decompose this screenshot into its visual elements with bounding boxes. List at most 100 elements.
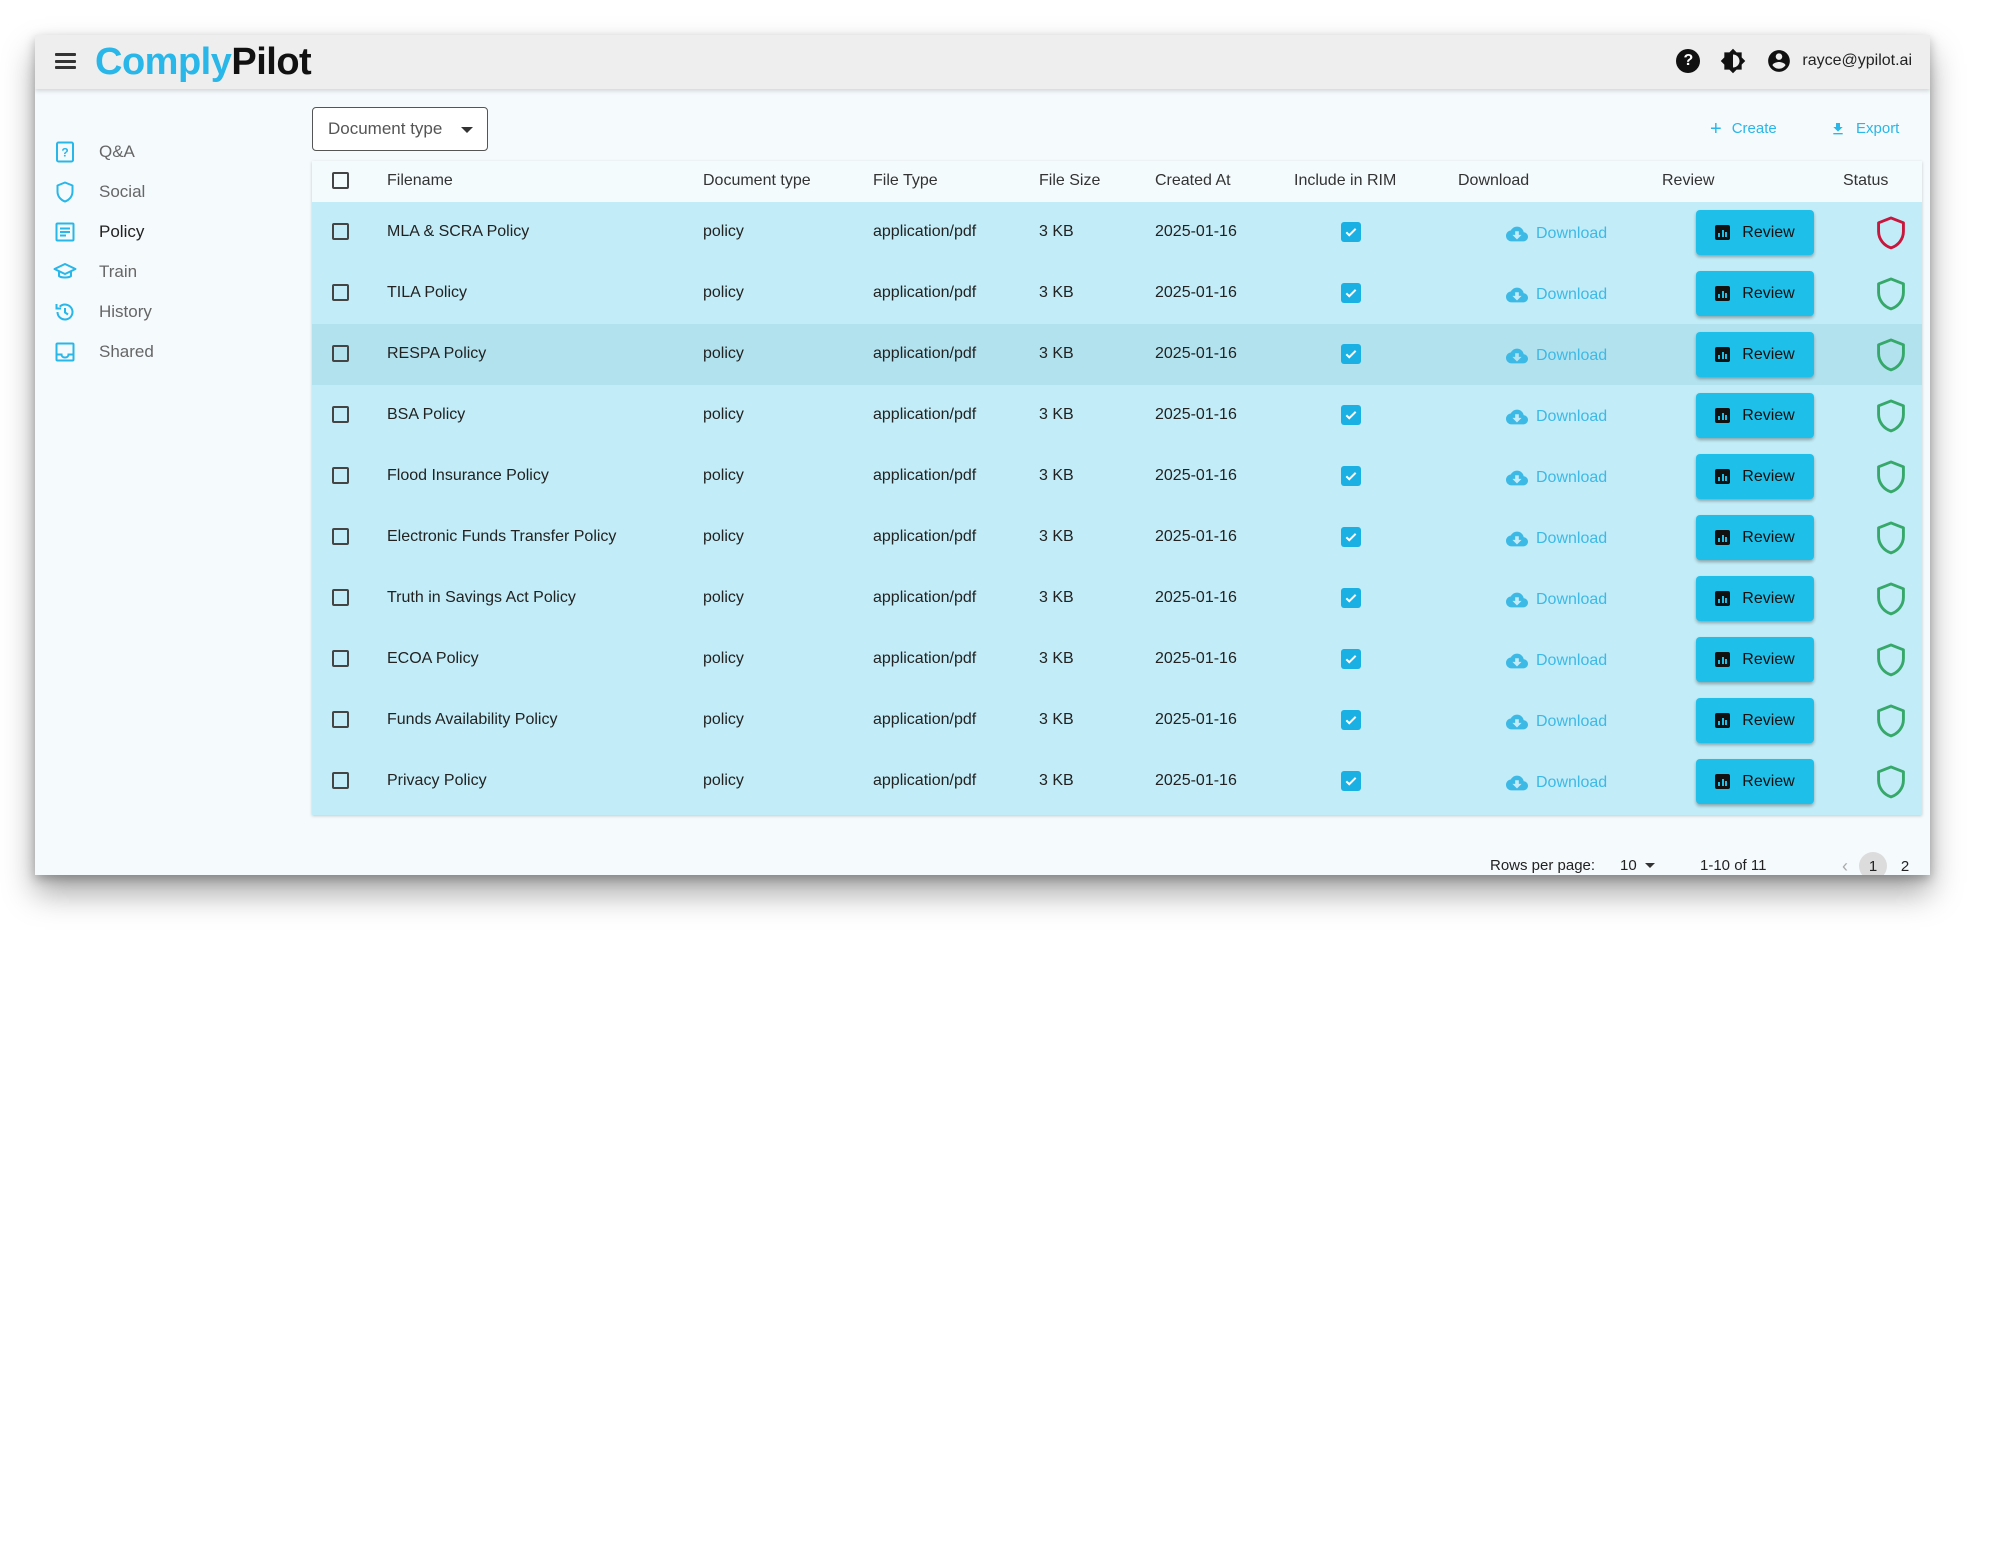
app-logo[interactable]: ComplyPilot (95, 41, 312, 84)
include-rim-checkbox[interactable] (1341, 527, 1361, 547)
help-icon[interactable]: ? (1676, 49, 1701, 73)
row-checkbox[interactable] (332, 406, 349, 423)
table-row[interactable]: Funds Availability Policy policy applicati… (312, 690, 1922, 751)
row-checkbox[interactable] (332, 711, 349, 728)
table-row[interactable]: Truth in Savings Act Policy policy applica… (312, 568, 1922, 629)
account-icon (1768, 50, 1791, 72)
page-1-button[interactable]: 1 (1859, 852, 1887, 875)
review-button[interactable]: Review (1696, 515, 1814, 560)
include-rim-checkbox[interactable] (1341, 588, 1361, 608)
table-row[interactable]: TILA Policy policy application/pdf 3 KB 2025… (312, 263, 1922, 324)
filename-cell: Truth in Savings Act Policy (387, 589, 576, 606)
chevron-right-icon[interactable]: › (1923, 856, 1930, 876)
sidebar-item-qa[interactable]: ? Q&A (53, 137, 135, 167)
include-rim-checkbox[interactable] (1341, 344, 1361, 364)
column-include-rim[interactable]: Include in RIM (1294, 172, 1396, 190)
review-button[interactable]: Review (1696, 759, 1814, 804)
download-link[interactable]: Download (1506, 467, 1607, 489)
download-link[interactable]: Download (1506, 345, 1607, 367)
create-button[interactable]: + Create (1710, 119, 1777, 139)
chevron-left-icon[interactable]: ‹ (1835, 856, 1855, 876)
user-menu[interactable]: rayce@ypilot.ai (1766, 48, 1912, 74)
status-shield-icon[interactable] (1875, 277, 1907, 311)
file-size-cell: 3 KB (1039, 589, 1074, 606)
row-checkbox[interactable] (332, 345, 349, 362)
review-button[interactable]: Review (1696, 332, 1814, 377)
column-filename[interactable]: Filename (387, 172, 453, 190)
include-rim-checkbox[interactable] (1341, 283, 1361, 303)
download-link[interactable]: Download (1506, 528, 1607, 550)
download-link[interactable]: Download (1506, 406, 1607, 428)
document-type-cell: policy (703, 467, 744, 484)
download-link[interactable]: Download (1506, 589, 1607, 611)
shield-icon (56, 181, 74, 203)
analytics-icon (1715, 408, 1731, 423)
cloud-download-icon (1506, 775, 1528, 791)
column-file-size[interactable]: File Size (1039, 172, 1100, 190)
app-window: ComplyPilot ? rayce@ypilot.ai ? Q&A Soci… (35, 35, 1930, 875)
row-checkbox[interactable] (332, 528, 349, 545)
review-button[interactable]: Review (1696, 454, 1814, 499)
include-rim-checkbox[interactable] (1341, 222, 1361, 242)
cloud-download-icon (1506, 592, 1528, 608)
status-shield-icon[interactable] (1875, 643, 1907, 677)
status-shield-icon[interactable] (1875, 216, 1907, 250)
column-document-type[interactable]: Document type (703, 172, 811, 190)
include-rim-checkbox[interactable] (1341, 466, 1361, 486)
include-rim-checkbox[interactable] (1341, 649, 1361, 669)
row-checkbox[interactable] (332, 589, 349, 606)
column-status[interactable]: Status (1843, 172, 1888, 190)
table-row[interactable]: MLA & SCRA Policy policy application/pdf 3 … (312, 202, 1922, 263)
rows-per-page-select[interactable]: 10 (1620, 857, 1655, 874)
column-created-at[interactable]: Created At (1155, 172, 1231, 190)
row-checkbox[interactable] (332, 772, 349, 789)
table-row[interactable]: RESPA Policy policy application/pdf 3 KB 202… (312, 324, 1922, 385)
download-label: Download (1536, 469, 1608, 486)
review-button[interactable]: Review (1696, 698, 1814, 743)
review-button[interactable]: Review (1696, 637, 1814, 682)
menu-icon[interactable] (55, 53, 76, 69)
theme-toggle-icon[interactable] (1720, 48, 1746, 74)
sidebar-item-history[interactable]: History (53, 297, 152, 327)
download-link[interactable]: Download (1506, 772, 1607, 794)
include-rim-checkbox[interactable] (1341, 710, 1361, 730)
table-row[interactable]: BSA Policy policy application/pdf 3 KB 2025-… (312, 385, 1922, 446)
review-button[interactable]: Review (1696, 210, 1814, 255)
row-checkbox[interactable] (332, 223, 349, 240)
include-rim-checkbox[interactable] (1341, 405, 1361, 425)
download-link[interactable]: Download (1506, 223, 1607, 245)
row-checkbox[interactable] (332, 650, 349, 667)
table-row[interactable]: Electronic Funds Transfer Policy policy ap… (312, 507, 1922, 568)
document-type-filter[interactable]: Document type (312, 107, 488, 151)
column-file-type[interactable]: File Type (873, 172, 938, 190)
download-label: Download (1536, 713, 1608, 730)
status-shield-icon[interactable] (1875, 338, 1907, 372)
status-shield-icon[interactable] (1875, 460, 1907, 494)
download-link[interactable]: Download (1506, 650, 1607, 672)
download-link[interactable]: Download (1506, 711, 1607, 733)
sidebar-item-shared[interactable]: Shared (53, 337, 154, 367)
table-row[interactable]: ECOA Policy policy application/pdf 3 KB 2025… (312, 629, 1922, 690)
review-button[interactable]: Review (1696, 576, 1814, 621)
sidebar-item-policy[interactable]: Policy (53, 217, 144, 247)
review-label: Review (1742, 406, 1795, 424)
file-size-cell: 3 KB (1039, 528, 1074, 545)
review-button[interactable]: Review (1696, 393, 1814, 438)
review-button[interactable]: Review (1696, 271, 1814, 316)
status-shield-icon[interactable] (1875, 704, 1907, 738)
export-button[interactable]: Export (1830, 120, 1899, 137)
sidebar-item-train[interactable]: Train (53, 257, 137, 287)
status-shield-icon[interactable] (1875, 399, 1907, 433)
include-rim-checkbox[interactable] (1341, 771, 1361, 791)
table-row[interactable]: Privacy Policy policy application/pdf 3 KB 2… (312, 751, 1922, 812)
status-shield-icon[interactable] (1875, 521, 1907, 555)
sidebar-item-social[interactable]: Social (53, 177, 145, 207)
row-checkbox[interactable] (332, 284, 349, 301)
download-link[interactable]: Download (1506, 284, 1607, 306)
table-row[interactable]: Flood Insurance Policy policy application/… (312, 446, 1922, 507)
page-2-button[interactable]: 2 (1891, 852, 1919, 875)
select-all-checkbox[interactable] (332, 172, 349, 189)
row-checkbox[interactable] (332, 467, 349, 484)
status-shield-icon[interactable] (1875, 765, 1907, 799)
status-shield-icon[interactable] (1875, 582, 1907, 616)
